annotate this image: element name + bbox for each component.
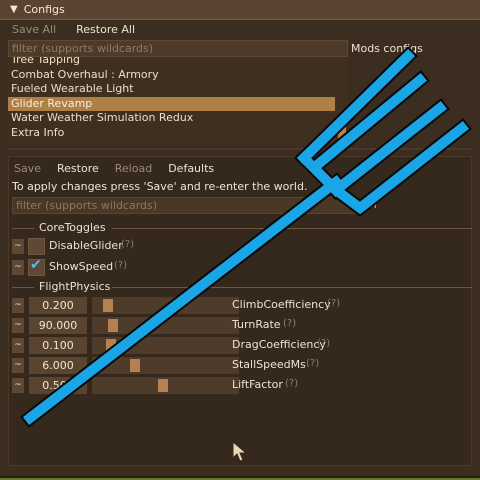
setting-label: LiftFactor [232,378,283,391]
value-slider[interactable] [92,317,239,334]
numeric-row: ~ 0.200 ClimbCoefficiency (?) [12,297,452,314]
reset-button[interactable]: ~ [12,298,24,313]
editor-actions: Save Restore Reload Defaults [10,161,218,176]
mods-filter-input[interactable]: filter (supports wildcards) [8,40,348,57]
apply-hint: To apply changes press 'Save' and re-ent… [12,180,308,193]
group-divider [112,228,472,229]
toggle-row: ~ ✔ ShowSpeed (?) [12,257,452,276]
slider-handle[interactable] [103,299,113,312]
value-slider[interactable] [92,377,239,394]
value-input[interactable]: 0.500 [29,377,87,394]
config-filter-tail: ean [358,200,377,211]
setting-label: DisableGlider [49,239,123,252]
checkmark-icon: ✔ [30,257,42,273]
toggle-row: ~ DisableGlider (?) [12,238,452,255]
reset-button[interactable]: ~ [12,260,24,275]
defaults-button[interactable]: Defaults [164,161,218,176]
mods-list-item[interactable]: Water Weather Simulation Redux [8,111,348,126]
mouse-pointer-icon [232,441,248,462]
mods-list[interactable]: Tree Tapping Combat Overhaul : Armory Fu… [8,57,348,143]
value-slider[interactable] [92,337,239,354]
slider-handle[interactable] [106,339,116,352]
setting-label: ClimbCoefficiency [232,298,331,311]
mods-list-item-selected[interactable]: Glider Revamp [8,96,335,111]
mods-configs-label: Mods configs [351,42,423,55]
save-all-button[interactable]: Save All [8,22,60,37]
setting-label: ShowSpeed [49,260,114,273]
slider-handle[interactable] [130,359,140,372]
panel-divider [8,148,472,150]
value-input[interactable]: 90.000 [29,317,87,334]
mods-list-item[interactable]: Fueled Wearable Light [8,82,348,97]
reset-button[interactable]: ~ [12,338,24,353]
setting-label: StallSpeedMs [232,358,306,371]
group-divider [112,287,472,288]
numeric-row: ~ 0.500 LiftFactor (?) [12,377,452,394]
group-divider [12,287,34,288]
reset-button[interactable]: ~ [12,239,24,254]
reset-button[interactable]: ~ [12,318,24,333]
mods-list-item[interactable]: Combat Overhaul : Armory [8,68,348,83]
mods-list-item[interactable]: Extra Info [8,126,348,141]
help-icon[interactable]: (?) [317,338,330,349]
value-slider[interactable] [92,357,239,374]
help-icon[interactable]: (?) [285,378,298,389]
reset-button[interactable]: ~ [12,378,24,393]
group-label: FlightPhysics [39,280,111,293]
help-icon[interactable]: (?) [306,358,319,369]
mods-list-scrollbar[interactable] [338,125,346,141]
mods-list-item[interactable]: Tree Tapping [8,57,348,68]
collapse-triangle-icon[interactable]: ▼ [10,4,18,15]
restore-button[interactable]: Restore [53,161,103,176]
configs-window: ▼ Configs Save All Restore All filter (s… [0,0,480,478]
value-input[interactable]: 0.100 [29,337,87,354]
setting-label: TurnRate [232,318,281,331]
group-label: CoreToggles [39,221,106,234]
help-icon[interactable]: (?) [283,318,296,329]
setting-label: DragCoefficiency [232,338,326,351]
numeric-row: ~ 6.000 StallSpeedMs (?) [12,357,452,374]
group-header[interactable]: FlightPhysics [12,280,472,294]
value-input[interactable]: 6.000 [29,357,87,374]
config-filter-input[interactable]: filter (supports wildcards) [12,197,358,214]
save-button[interactable]: Save [10,161,45,176]
numeric-row: ~ 0.100 DragCoefficiency (?) [12,337,452,354]
help-icon[interactable]: (?) [121,239,134,250]
value-input[interactable]: 0.200 [29,297,87,314]
slider-handle[interactable] [108,319,118,332]
window-title: Configs [23,3,65,16]
numeric-row: ~ 90.000 TurnRate (?) [12,317,452,334]
help-icon[interactable]: (?) [114,260,127,271]
reload-button[interactable]: Reload [111,161,156,176]
top-actions: Save All Restore All [8,22,139,37]
checkbox[interactable] [28,238,45,255]
group-divider [12,228,34,229]
slider-handle[interactable] [158,379,168,392]
title-bar[interactable]: ▼ Configs [0,0,480,20]
group-header[interactable]: CoreToggles [12,221,472,235]
value-slider[interactable] [92,297,239,314]
help-icon[interactable]: (?) [327,298,340,309]
restore-all-button[interactable]: Restore All [72,22,139,37]
reset-button[interactable]: ~ [12,358,24,373]
